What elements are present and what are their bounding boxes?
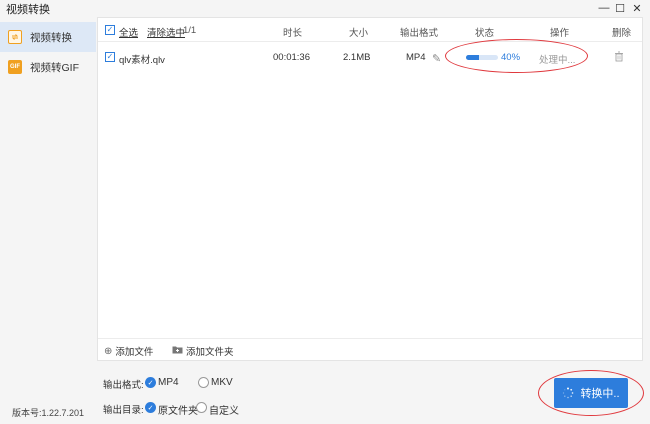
sidebar-item-video-convert[interactable]: 视频转换 bbox=[0, 22, 96, 52]
selection-count: 1/1 bbox=[183, 25, 197, 36]
panel-footer: ⊕ 添加文件 添加文件夹 bbox=[98, 338, 642, 360]
dir-custom-radio[interactable] bbox=[196, 402, 207, 413]
column-format: 输出格式 bbox=[400, 28, 439, 39]
sidebar-item-label: 视频转换 bbox=[30, 31, 72, 44]
sidebar-item-label: 视频转GIF bbox=[30, 61, 79, 74]
output-dir-label: 输出目录: bbox=[103, 405, 144, 416]
format-mp4-radio[interactable]: ✓ bbox=[145, 377, 156, 388]
edit-format-icon[interactable]: ✎ bbox=[432, 52, 441, 65]
column-status: 状态 bbox=[475, 28, 495, 39]
file-duration: 00:01:36 bbox=[273, 52, 310, 63]
output-format: MP4 bbox=[406, 52, 426, 63]
clear-selected-link[interactable]: 清除选中 bbox=[147, 25, 185, 39]
progress-fill bbox=[466, 55, 479, 60]
dir-original-radio[interactable]: ✓ bbox=[145, 402, 156, 413]
row-checkbox[interactable]: ✓ bbox=[105, 52, 115, 62]
column-duration: 时长 bbox=[283, 28, 303, 39]
select-all-link[interactable]: 全选 bbox=[119, 25, 138, 39]
output-format-label: 输出格式: bbox=[103, 380, 144, 391]
processing-status: 处理中... bbox=[539, 55, 576, 66]
add-folder-button[interactable]: 添加文件夹 bbox=[172, 344, 234, 358]
select-all-checkbox[interactable]: ✓ bbox=[105, 25, 115, 35]
format-mkv-label[interactable]: MKV bbox=[211, 377, 233, 388]
add-file-button[interactable]: ⊕ 添加文件 bbox=[104, 344, 154, 359]
version-label: 版本号:1.22.7.201 bbox=[12, 408, 85, 418]
dir-custom-label[interactable]: 自定义 bbox=[209, 402, 239, 417]
spinner-icon bbox=[563, 387, 574, 399]
file-size: 2.1MB bbox=[343, 52, 371, 63]
maximize-button[interactable]: ☐ bbox=[612, 0, 628, 16]
table-header: ✓ 全选 清除选中 1/1 时长 大小 输出格式 状态 操作 删除 bbox=[98, 18, 642, 42]
progress-label: 40% bbox=[501, 52, 521, 63]
title-bar: 视频转换 — ☐ ✕ bbox=[0, 0, 650, 16]
progress-bar bbox=[466, 55, 498, 60]
close-button[interactable]: ✕ bbox=[629, 0, 645, 16]
dir-original-label[interactable]: 原文件夹 bbox=[158, 402, 198, 417]
column-action: 操作 bbox=[550, 28, 570, 39]
plus-circle-icon: ⊕ bbox=[104, 345, 113, 357]
column-delete: 删除 bbox=[612, 28, 632, 39]
sidebar-item-video-to-gif[interactable]: GIF 视频转GIF bbox=[0, 52, 96, 82]
window-title: 视频转换 bbox=[6, 4, 50, 16]
video-convert-icon bbox=[8, 30, 22, 44]
trash-icon[interactable] bbox=[614, 51, 624, 62]
format-mkv-radio[interactable] bbox=[198, 377, 209, 388]
gif-icon: GIF bbox=[8, 60, 22, 74]
add-file-label: 添加文件 bbox=[115, 347, 154, 358]
convert-button-label: 转换中.. bbox=[580, 388, 620, 400]
table-row[interactable]: ✓ qlv素材.qlv 00:01:36 2.1MB MP4 ✎ 40% 处理中… bbox=[98, 43, 642, 71]
folder-plus-icon bbox=[172, 345, 183, 357]
column-size: 大小 bbox=[349, 28, 369, 39]
format-mp4-label[interactable]: MP4 bbox=[158, 377, 179, 388]
minimize-button[interactable]: — bbox=[596, 0, 612, 16]
convert-button[interactable]: 转换中.. bbox=[554, 378, 628, 408]
file-list-panel: ✓ 全选 清除选中 1/1 时长 大小 输出格式 状态 操作 删除 ✓ qlv素… bbox=[97, 17, 643, 361]
sidebar: 视频转换 GIF 视频转GIF 版本号:1.22.7.201 bbox=[0, 16, 96, 424]
file-name: qlv素材.qlv bbox=[119, 55, 165, 66]
add-folder-label: 添加文件夹 bbox=[186, 347, 234, 358]
